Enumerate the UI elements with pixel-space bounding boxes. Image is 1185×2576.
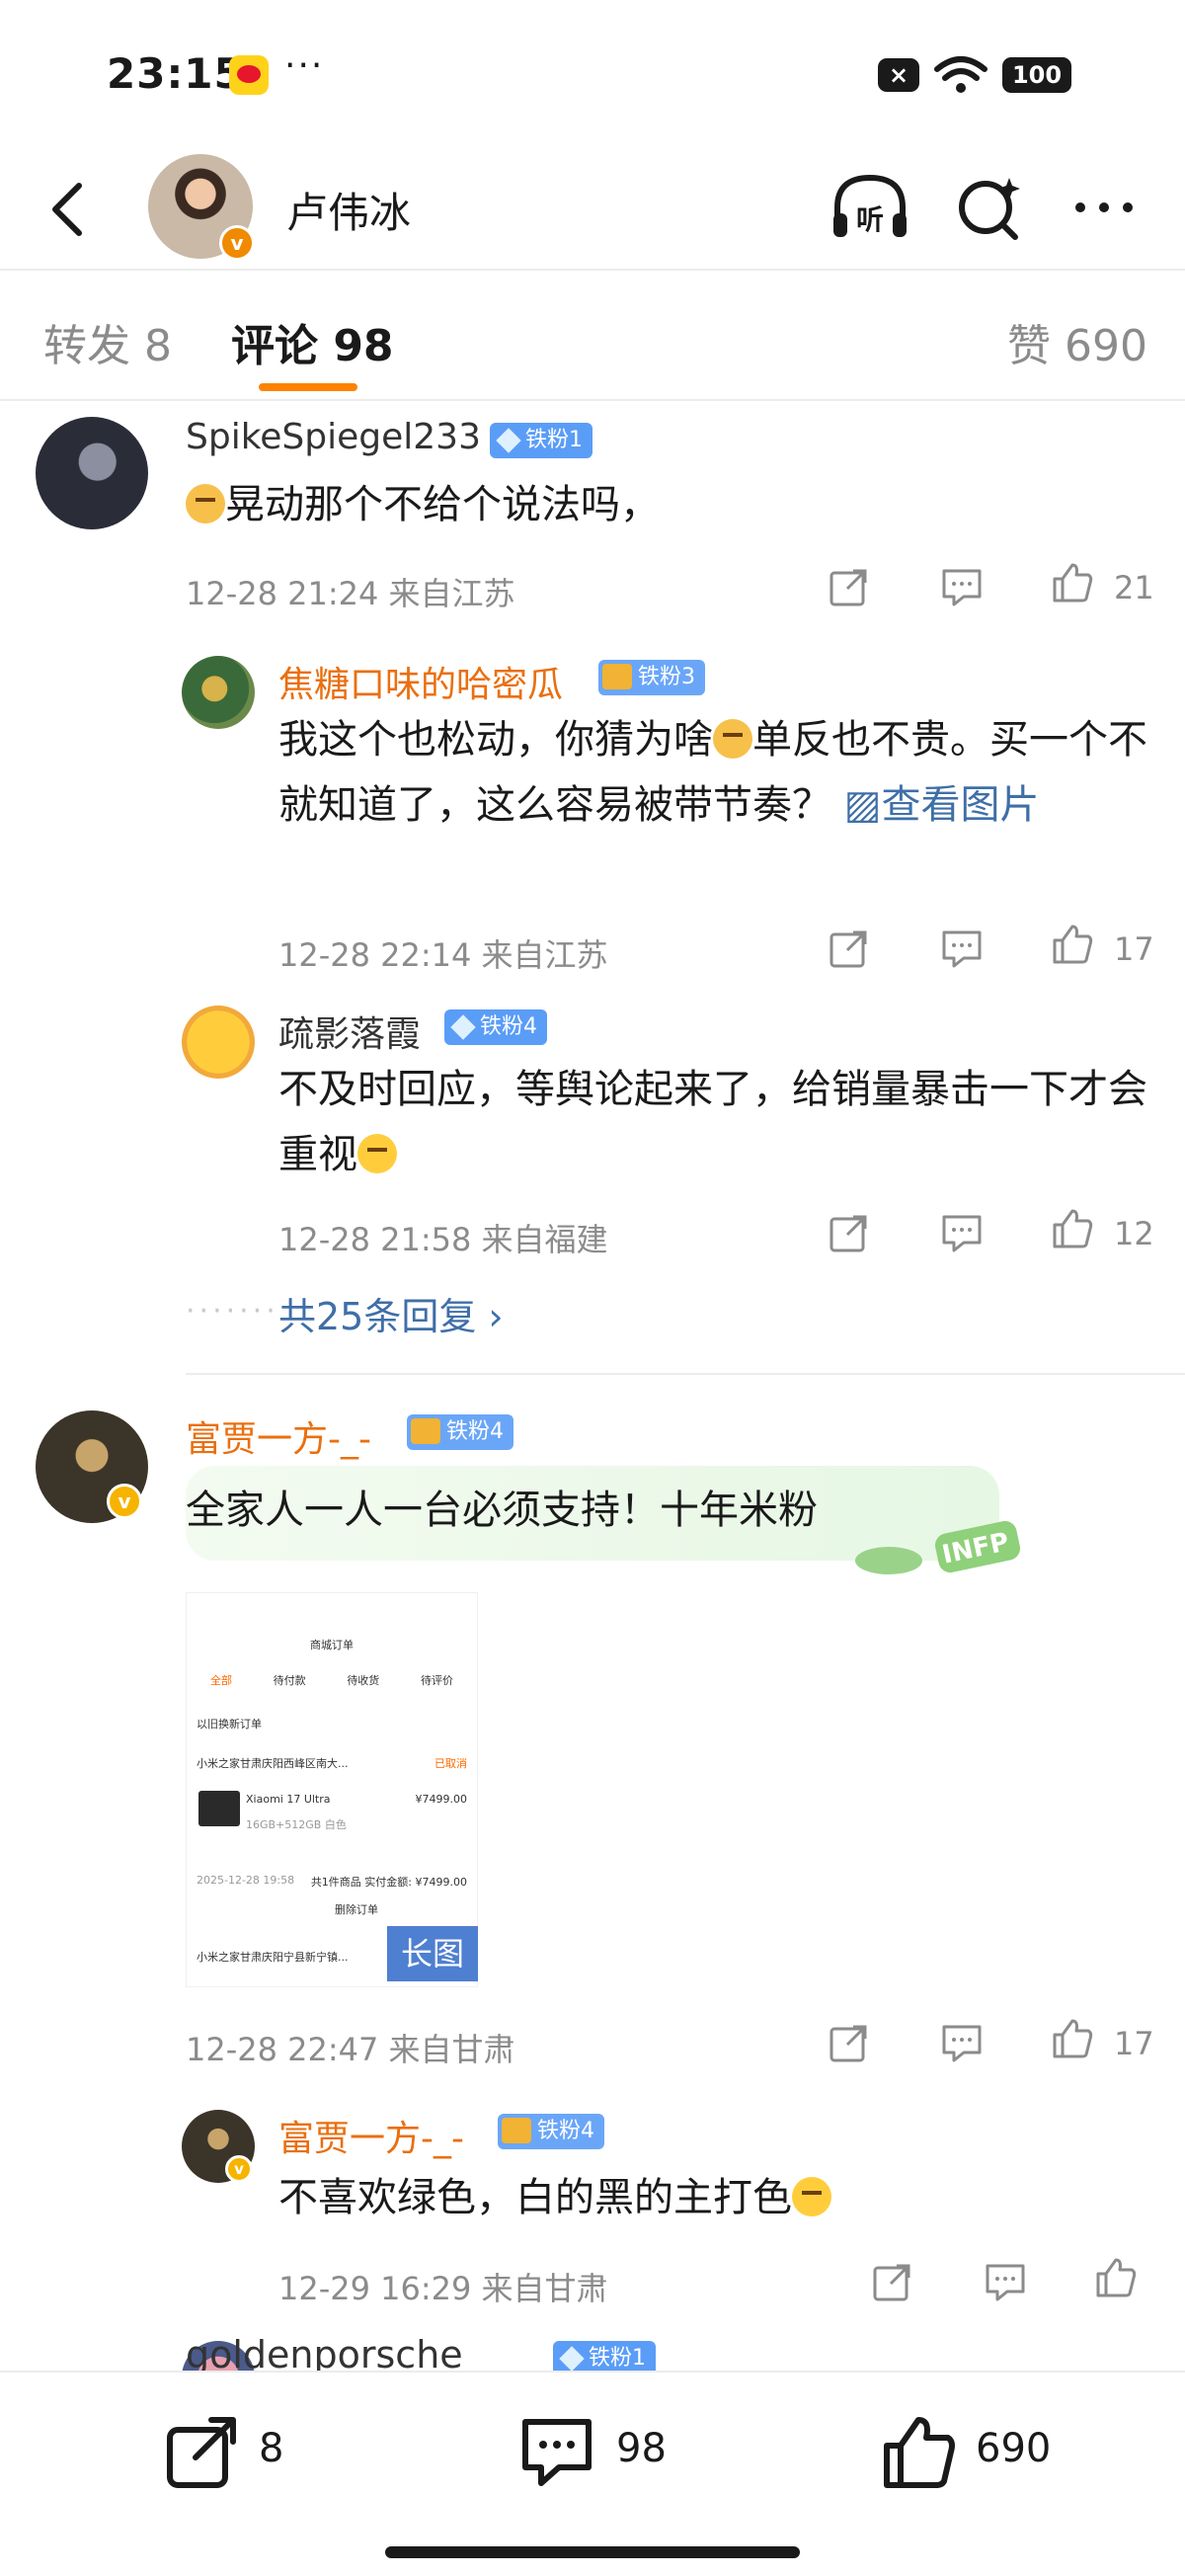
comment-username[interactable]: SpikeSpiegel233: [186, 417, 481, 457]
product-thumbnail: [198, 1791, 240, 1826]
fan-level-badge: 铁粉4: [498, 2114, 604, 2149]
active-tab-indicator: [259, 383, 357, 391]
thread-dots: ·······: [186, 1294, 279, 1328]
order-total: 共1件商品 实付金额: ¥7499.00: [310, 1876, 467, 1889]
like-count: 21: [1114, 569, 1154, 606]
like-count: 17: [1114, 2025, 1154, 2062]
comment-divider: [186, 1373, 1185, 1375]
comment-text: 全家人一人一台必须支持！十年米粉: [186, 1488, 818, 1533]
reply-meta: 12-28 21:58 来自福建: [278, 1221, 608, 1258]
comment-text: 晃动那个不给个说法吗，: [186, 472, 660, 537]
store-row: 小米之家甘肃庆阳西峰区南大... 已取消: [197, 1757, 467, 1770]
like-count: 17: [1114, 930, 1154, 968]
like-icon[interactable]: [1051, 1207, 1094, 1250]
search-spark-icon[interactable]: [954, 170, 1025, 245]
weibo-notification-icon: [229, 55, 269, 95]
like-icon[interactable]: [1051, 2017, 1094, 2060]
like-count: 12: [1114, 1215, 1154, 1252]
reply-username[interactable]: 疏影落霞: [278, 1006, 421, 1057]
emoji-avatar[interactable]: [182, 1006, 255, 1079]
comment-meta: 12-28 21:24 来自江苏: [186, 575, 515, 612]
repost-icon[interactable]: [828, 1211, 871, 1254]
view-image-link[interactable]: ▨查看图片: [844, 782, 1040, 828]
delete-order-button: 删除订单: [335, 1903, 378, 1916]
reply-avatar[interactable]: [182, 656, 255, 729]
reply-icon[interactable]: [940, 1211, 984, 1254]
more-menu-icon[interactable]: [1066, 170, 1142, 245]
laughing-emoji-icon: [792, 2177, 831, 2216]
tab-likes[interactable]: 赞 690: [1007, 310, 1147, 373]
author-name[interactable]: 卢伟冰: [286, 180, 411, 240]
comment-username[interactable]: 富贾一方-_-: [186, 1410, 371, 1462]
status-time: 23:15: [107, 49, 244, 98]
like-icon[interactable]: [1051, 923, 1094, 966]
doge-emoji-icon: [713, 719, 752, 759]
long-image-badge: 长图: [387, 1926, 478, 1981]
like-icon[interactable]: [1051, 561, 1094, 604]
order-tabs: 全部 待付款 待收货 待评价: [210, 1674, 453, 1687]
battery-indicator: 100: [1002, 57, 1071, 93]
comment-count[interactable]: 98: [616, 2426, 667, 2471]
repost-count[interactable]: 8: [259, 2426, 283, 2471]
svg-text:听: 听: [856, 203, 884, 236]
infp-sticker-icon: INFP: [855, 1520, 1021, 1574]
like-icon[interactable]: [1094, 2256, 1138, 2299]
reply-meta: 12-29 16:29 来自甘肃: [278, 2270, 608, 2307]
top-navigation-bar: v 卢伟冰 听: [0, 148, 1185, 271]
status-more-icon: ···: [284, 45, 325, 86]
status-bar: 23:15 ··· × 100: [0, 0, 1185, 148]
fan-level-badge: 铁粉3: [598, 660, 705, 695]
reply-text: 我这个也松动，你猜为啥 单反也不贵。买一个不就知道了，这么容易被带节奏？ ▨查看图…: [278, 717, 1147, 828]
tab-reposts[interactable]: 转发 8: [43, 310, 172, 373]
tab-comments[interactable]: 评论 98: [231, 310, 394, 373]
reply-text: 不及时回应，等舆论起来了，给销量暴击一下才会重视: [278, 1067, 1147, 1177]
reply-username[interactable]: 富贾一方-_-: [278, 2110, 464, 2161]
like-thumb-icon[interactable]: [879, 2412, 958, 2491]
home-indicator: [385, 2546, 800, 2558]
like-count[interactable]: 690: [976, 2426, 1051, 2471]
order-title: 商城订单: [310, 1639, 354, 1651]
status-indicators: × 100: [878, 55, 1071, 95]
fan-level-badge: 铁粉4: [444, 1009, 547, 1045]
reply-icon[interactable]: [984, 2260, 1027, 2303]
verified-badge-icon: v: [219, 225, 255, 261]
reply-icon[interactable]: [940, 565, 984, 608]
reply-icon[interactable]: [940, 2021, 984, 2064]
back-arrow-icon[interactable]: [40, 174, 99, 245]
post-tabs: 转发 8 评论 98 赞 690: [0, 271, 1185, 401]
no-sim-icon: ×: [878, 58, 919, 92]
product-spec: 16GB+512GB 白色: [246, 1818, 347, 1831]
laughing-emoji-icon: [357, 1134, 397, 1173]
reply-username[interactable]: 焦糖口味的哈密瓜: [278, 656, 563, 707]
doge-emoji-icon: [186, 484, 225, 523]
bottom-action-bar: 8 98 690: [0, 2371, 1185, 2576]
repost-icon[interactable]: [828, 2021, 871, 2064]
wifi-icon: [934, 56, 988, 93]
verified-badge-icon: v: [107, 1484, 142, 1519]
fan-level-badge: 铁粉4: [407, 1414, 514, 1450]
view-all-replies-link[interactable]: 共25条回复 ›: [278, 1286, 504, 1340]
reply-meta: 12-28 22:14 来自江苏: [278, 936, 608, 974]
fan-level-badge: 铁粉1: [490, 423, 592, 458]
product-price: ¥7499.00: [415, 1793, 468, 1806]
verified-badge-icon: v: [225, 2155, 253, 2183]
reply-text: 不喜欢绿色，白的黑的主打色: [278, 2165, 831, 2230]
trade-in-row: 以旧换新订单: [197, 1718, 262, 1731]
repost-icon[interactable]: [871, 2260, 914, 2303]
comment-icon[interactable]: [517, 2412, 596, 2491]
repost-icon[interactable]: [828, 565, 871, 608]
reply-icon[interactable]: [940, 926, 984, 970]
comment-meta: 12-28 22:47 来自甘肃: [186, 2031, 515, 2068]
repost-icon[interactable]: [162, 2412, 241, 2491]
comment-avatar[interactable]: [36, 417, 148, 529]
repost-icon[interactable]: [828, 926, 871, 970]
listen-headphones-icon[interactable]: 听: [828, 170, 912, 245]
